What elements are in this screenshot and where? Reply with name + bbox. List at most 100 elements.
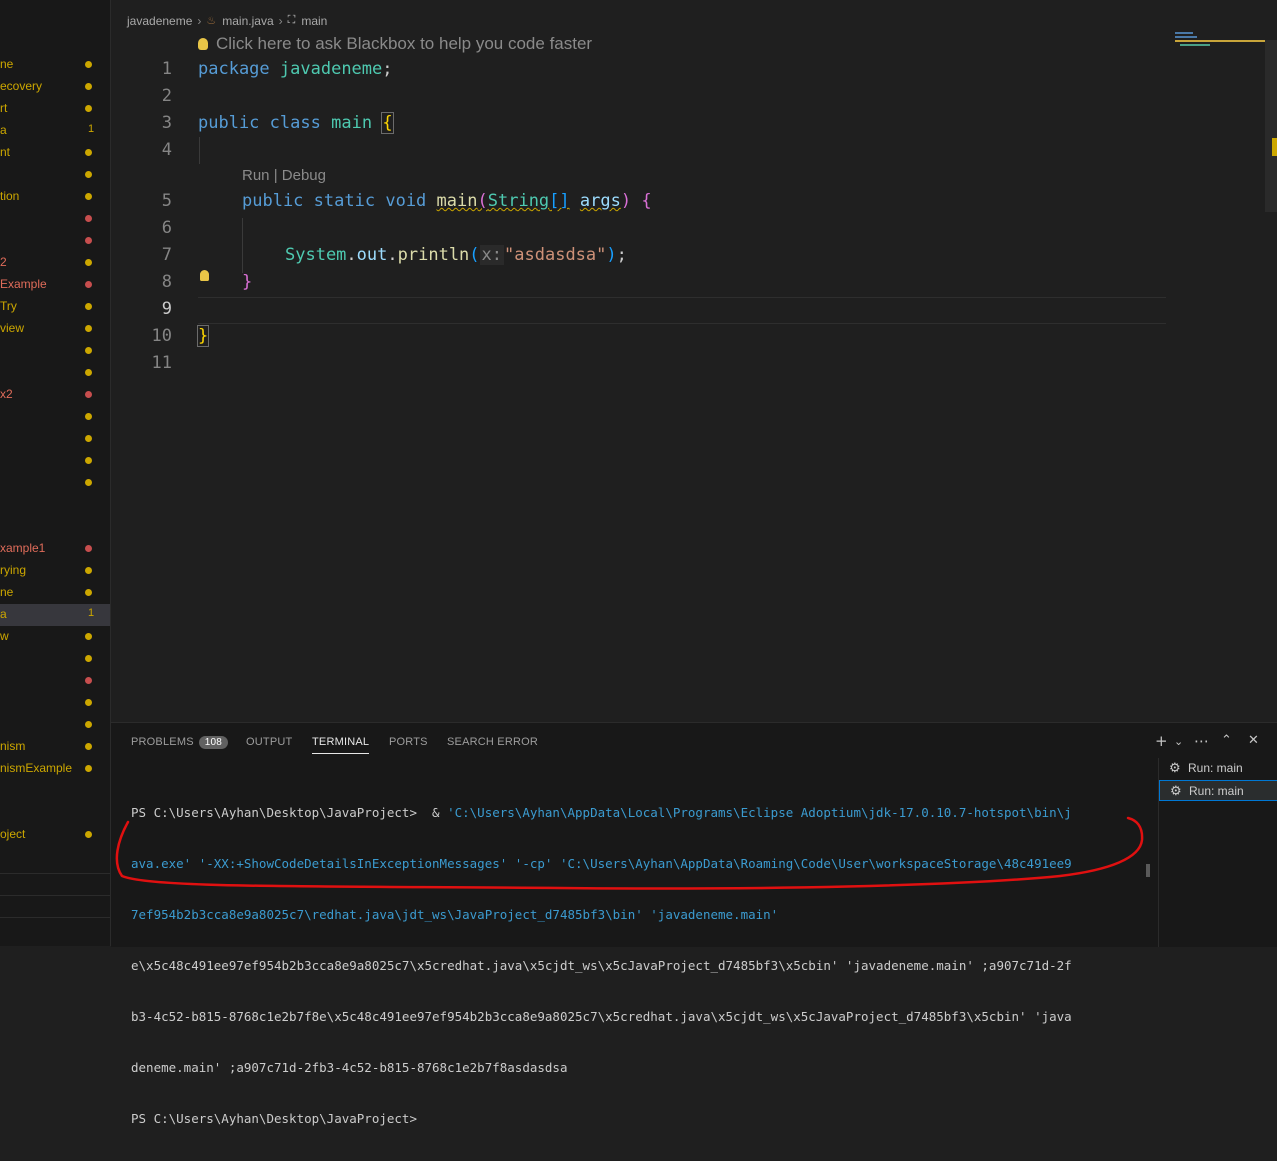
lightbulb-icon[interactable] <box>200 270 209 281</box>
token: main <box>331 113 373 133</box>
sidebar-item[interactable] <box>0 208 110 230</box>
sidebar-item[interactable] <box>0 406 110 428</box>
maximize-panel-icon[interactable]: ⌃ <box>1221 733 1232 748</box>
sidebar-item[interactable] <box>0 450 110 472</box>
sidebar-item[interactable]: ecovery <box>0 76 110 98</box>
breadcrumb-project[interactable]: javadeneme <box>127 14 192 28</box>
sidebar-item[interactable] <box>0 648 110 670</box>
token: { <box>381 112 394 134</box>
sidebar-item[interactable] <box>0 362 110 384</box>
sidebar-item[interactable]: 2 <box>0 252 110 274</box>
code-line-3: public class main { <box>198 112 394 134</box>
sidebar-item[interactable]: ne <box>0 54 110 76</box>
token: System <box>285 245 347 265</box>
token: class <box>269 113 321 133</box>
problem-count-badge: 1 <box>88 123 95 135</box>
sidebar-item[interactable]: a1 <box>0 604 110 626</box>
sidebar-item[interactable] <box>0 692 110 714</box>
terminal-output[interactable]: PS C:\Users\Ayhan\Desktop\JavaProject> &… <box>131 770 1141 1161</box>
breadcrumb-file[interactable]: main.java <box>222 14 273 28</box>
token: String <box>487 191 550 211</box>
token: { <box>641 191 652 211</box>
terminal-scrollbar[interactable] <box>1146 864 1150 877</box>
sidebar-item[interactable] <box>0 714 110 736</box>
chevron-down-icon[interactable]: ⌄ <box>1174 735 1183 748</box>
sidebar-item[interactable]: Try <box>0 296 110 318</box>
sidebar-item[interactable] <box>0 230 110 252</box>
explorer-sidebar: ne ecovery rt a 1 nt tion 2 Example Try view x2 xamp… <box>0 0 111 946</box>
close-panel-icon[interactable]: ✕ <box>1248 733 1259 748</box>
editor-scrollbar[interactable] <box>1265 40 1277 212</box>
indent-guide <box>199 137 200 164</box>
tab-problems[interactable]: PROBLEMS 108 <box>131 736 229 749</box>
status-dot-icon <box>85 303 92 310</box>
new-terminal-icon[interactable]: + <box>1155 732 1168 750</box>
tab-output[interactable]: OUTPUT <box>246 736 292 748</box>
terminal-list-label: Run: main <box>1189 784 1244 798</box>
method-icon: ⛶ <box>287 14 296 27</box>
sidebar-item[interactable]: w <box>0 626 110 648</box>
terminal-line: PS C:\Users\Ayhan\Desktop\JavaProject> &… <box>131 804 1141 821</box>
token: main <box>436 191 478 211</box>
sidebar-item[interactable] <box>0 428 110 450</box>
status-dot-icon <box>85 633 92 640</box>
sidebar-item[interactable]: nism <box>0 736 110 758</box>
status-dot-icon <box>85 391 92 398</box>
sidebar-item[interactable]: oject <box>0 824 110 846</box>
token: void <box>385 191 427 211</box>
sidebar-item[interactable] <box>0 802 110 824</box>
sidebar-item-label: nismExample <box>0 761 73 775</box>
status-dot-icon <box>85 589 92 596</box>
line-number: 1 <box>161 59 172 79</box>
sidebar-item[interactable]: nismExample <box>0 758 110 780</box>
sidebar-item-label: rying <box>0 563 27 577</box>
sidebar-item[interactable]: a1 <box>0 120 110 142</box>
sidebar-item[interactable] <box>0 340 110 362</box>
run-codelens[interactable]: Run <box>242 167 270 184</box>
token: . <box>387 245 398 265</box>
sidebar-item[interactable]: Example <box>0 274 110 296</box>
tab-terminal[interactable]: TERMINAL <box>312 736 370 754</box>
sidebar-item[interactable]: rying <box>0 560 110 582</box>
sidebar-item[interactable]: tion <box>0 186 110 208</box>
tab-ports[interactable]: PORTS <box>389 736 428 748</box>
terminal-line: 7ef954b2b3cca8e9a8025c7\redhat.java\jdt_… <box>131 907 779 922</box>
status-dot-icon <box>85 743 92 750</box>
blackbox-hint[interactable]: Click here to ask Blackbox to help you c… <box>198 34 592 54</box>
problem-count-badge: 1 <box>88 607 95 619</box>
parameter-hint: x: <box>479 245 505 265</box>
sidebar-item[interactable]: view <box>0 318 110 340</box>
sidebar-item[interactable]: nt <box>0 142 110 164</box>
tab-problems-label: PROBLEMS <box>131 736 194 748</box>
status-dot-icon <box>85 831 92 838</box>
token: ) <box>620 191 632 211</box>
sidebar-item[interactable] <box>0 472 110 494</box>
minimap-line <box>1180 44 1210 46</box>
minimap[interactable] <box>1170 28 1277 88</box>
sidebar-item-label: a <box>0 607 7 621</box>
sidebar-item[interactable] <box>0 670 110 692</box>
code-line-5: public static void main(String[] args) { <box>242 191 652 211</box>
line-number: 5 <box>161 191 172 211</box>
terminal-list-item[interactable]: ⚙ Run: main <box>1159 758 1277 779</box>
terminal-list-item[interactable]: ⚙ Run: main <box>1159 780 1277 801</box>
tab-search-error[interactable]: SEARCH ERROR <box>447 736 538 748</box>
sidebar-item[interactable]: ne <box>0 582 110 604</box>
token: args <box>579 191 621 211</box>
java-file-icon: ♨ <box>206 15 217 28</box>
sidebar-item[interactable] <box>0 780 110 802</box>
token: } <box>242 272 253 292</box>
breadcrumb-symbol[interactable]: main <box>301 14 327 28</box>
debug-codelens[interactable]: Debug <box>282 167 326 184</box>
sidebar-item[interactable]: x2 <box>0 384 110 406</box>
line-number: 10 <box>151 326 172 346</box>
line-number: 2 <box>161 86 172 106</box>
sidebar-item[interactable] <box>0 164 110 186</box>
sidebar-item[interactable]: rt <box>0 98 110 120</box>
sidebar-item-label: oject <box>0 827 26 841</box>
sidebar-divider <box>0 917 110 918</box>
sidebar-item[interactable]: xample1 <box>0 538 110 560</box>
sidebar-item[interactable] <box>0 516 110 538</box>
more-actions-icon[interactable]: ⋯ <box>1194 732 1209 750</box>
sidebar-item[interactable] <box>0 494 110 516</box>
